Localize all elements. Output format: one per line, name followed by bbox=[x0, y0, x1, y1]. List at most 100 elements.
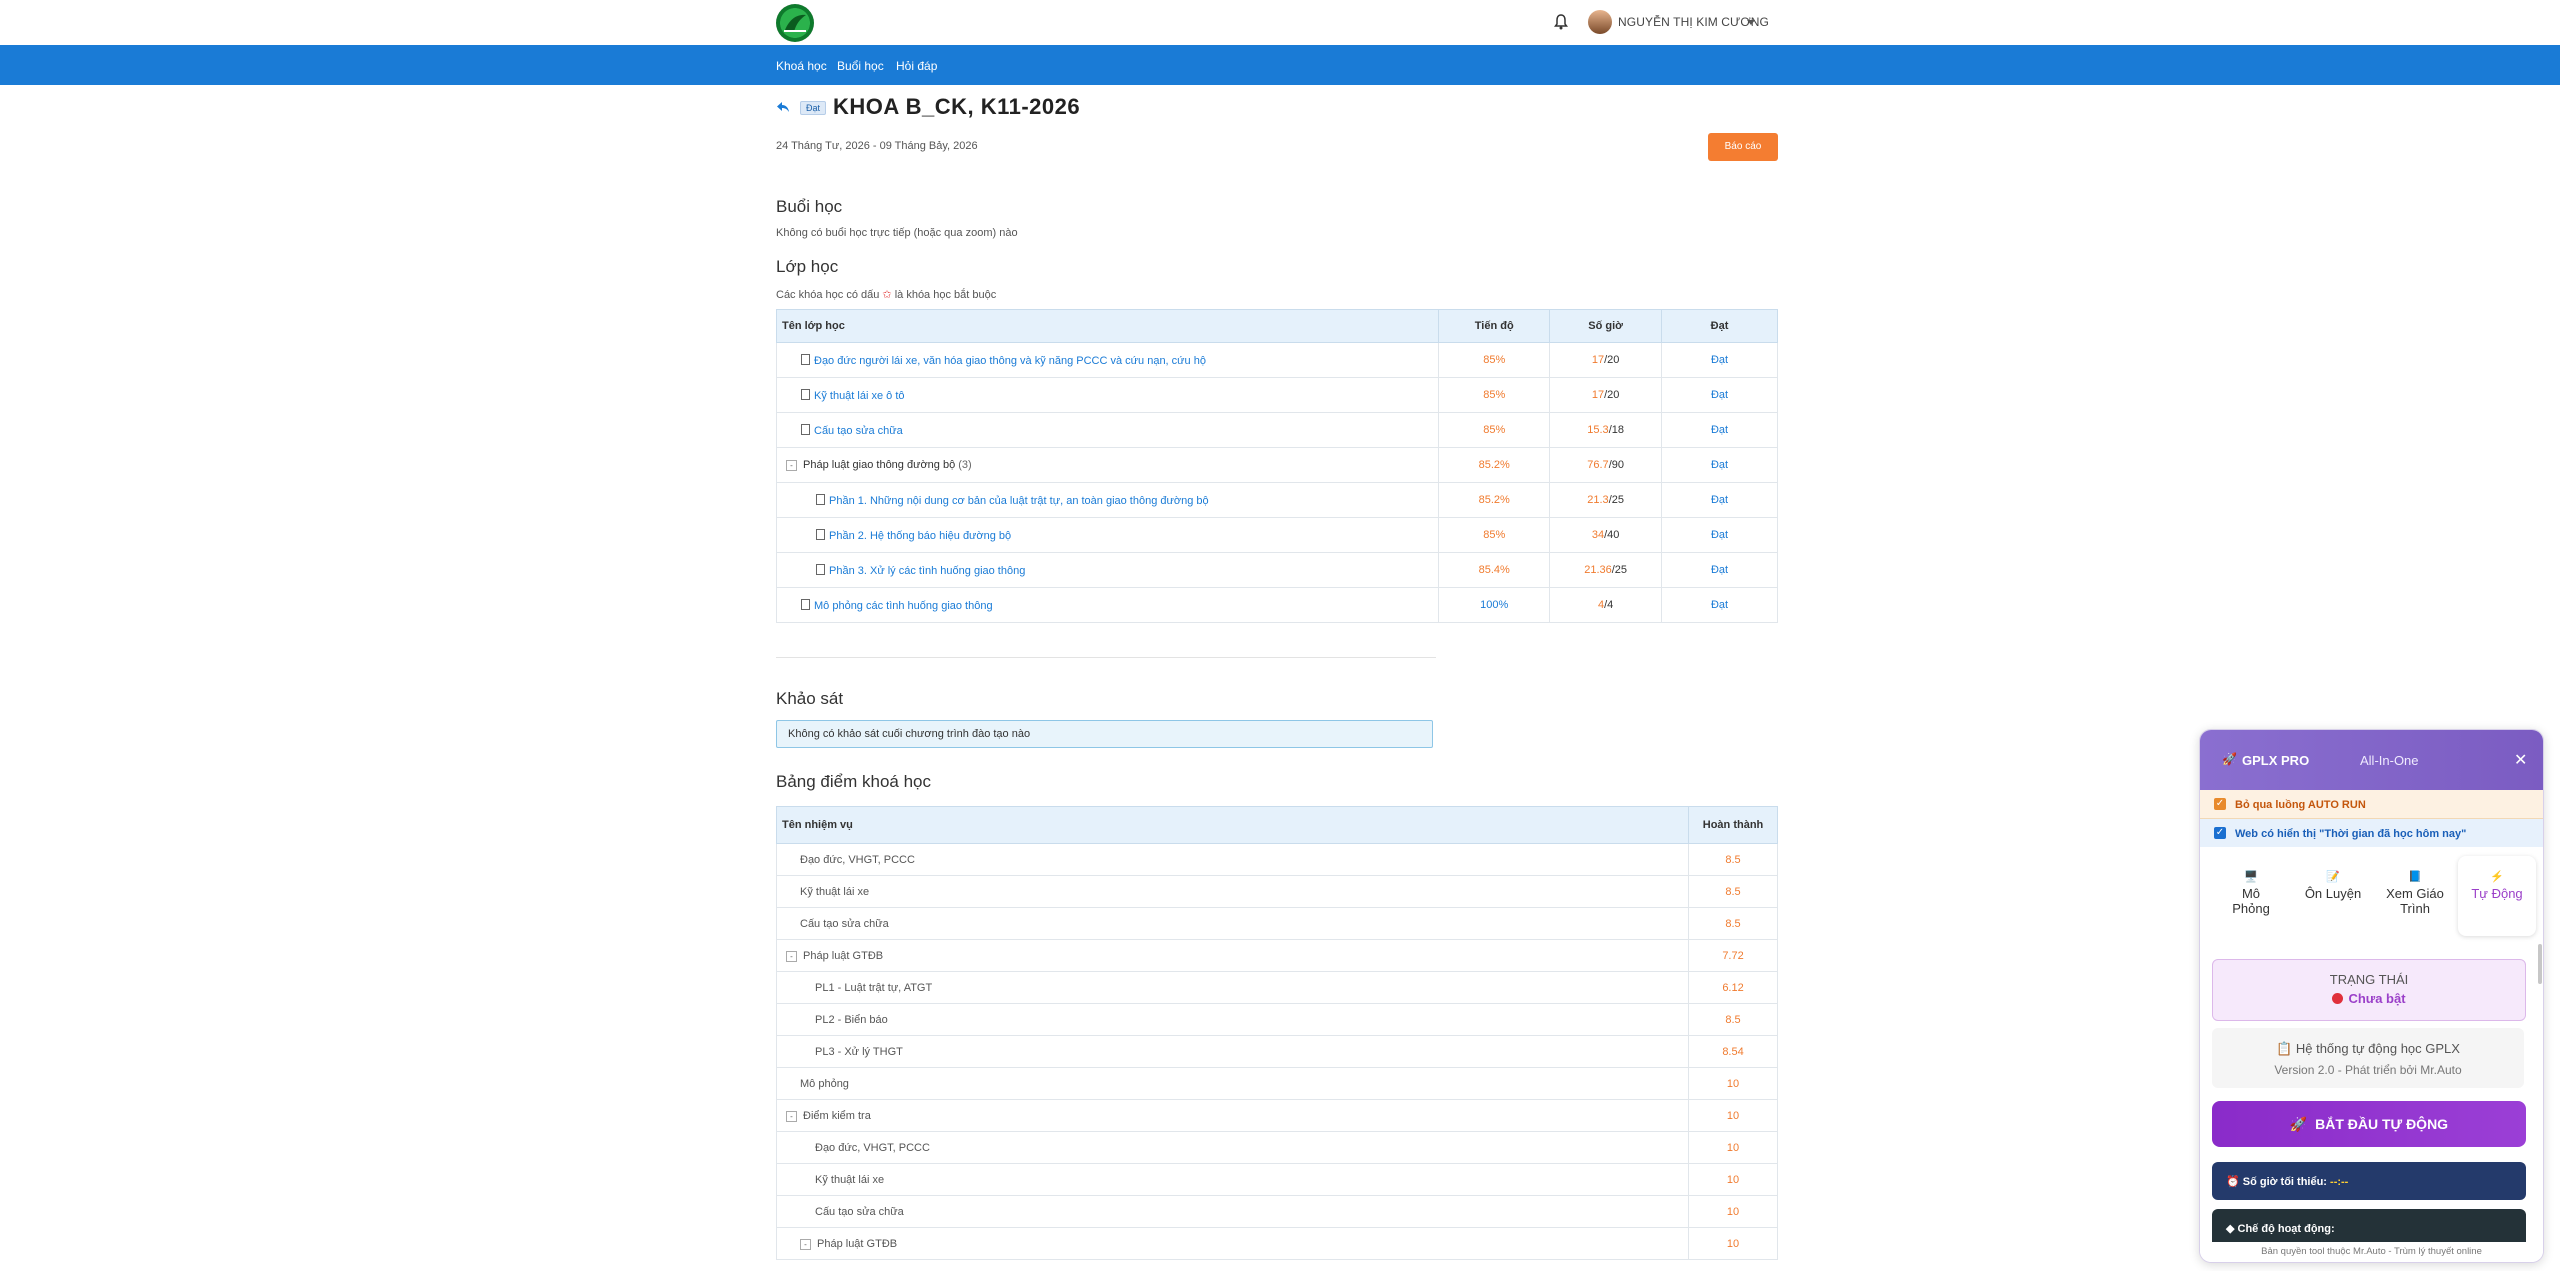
task-name: PL2 - Biển báo bbox=[775, 1003, 1690, 1036]
class-link[interactable]: Cấu tạo sửa chữa bbox=[814, 425, 903, 437]
book-icon: 📘 bbox=[2408, 871, 2422, 883]
class-link[interactable]: Phần 1. Những nội dung cơ bản của luật t… bbox=[829, 495, 1209, 507]
document-icon bbox=[816, 528, 825, 540]
memo-icon: 📝 bbox=[2326, 871, 2340, 883]
avatar[interactable] bbox=[1588, 10, 1612, 34]
clipboard-icon: 📋 bbox=[2276, 1041, 2296, 1056]
hours-total: /4 bbox=[1604, 599, 1614, 611]
tab-curriculum[interactable]: 📘 Xem Giáo Trình bbox=[2376, 856, 2454, 936]
hours-done: 76.7 bbox=[1587, 459, 1609, 471]
report-button[interactable]: Báo cáo bbox=[1708, 133, 1778, 161]
result-cell[interactable]: Đạt bbox=[1661, 377, 1778, 413]
tab-label: Xem Giáo bbox=[2386, 886, 2444, 901]
result-cell[interactable]: Đạt bbox=[1661, 587, 1778, 623]
table-row: PL1 - Luật trật tự, ATGT 6.12 bbox=[775, 971, 1778, 1004]
class-link[interactable]: Phần 3. Xử lý các tình huống giao thông bbox=[829, 565, 1025, 577]
info-card: 📋 Hệ thống tự động học GPLX Version 2.0 … bbox=[2212, 1028, 2524, 1088]
start-auto-button[interactable]: 🚀 BẮT ĐẦU TỰ ĐỘNG bbox=[2212, 1101, 2526, 1147]
tab-practice[interactable]: 📝 Ôn Luyện bbox=[2294, 856, 2372, 936]
column-header: Số giờ bbox=[1549, 309, 1663, 343]
min-hours-value: --:-- bbox=[2330, 1176, 2349, 1188]
result-cell[interactable]: Đạt bbox=[1661, 552, 1778, 588]
classes-heading: Lớp học bbox=[776, 257, 839, 276]
collapse-icon[interactable]: - bbox=[800, 1238, 811, 1250]
option-skip-auto-run[interactable]: ✓ Bỏ qua luồng AUTO RUN bbox=[2200, 790, 2543, 819]
class-link[interactable]: Đạo đức người lái xe, văn hóa giao thông… bbox=[814, 355, 1206, 367]
panel-scrollbar[interactable] bbox=[2538, 944, 2542, 984]
score-cell: 10 bbox=[1688, 1163, 1778, 1196]
nav-item-courses[interactable]: Khoá học bbox=[776, 59, 827, 73]
table-header-row: Tên nhiệm vụ Hoàn thành bbox=[775, 806, 1778, 844]
table-row: - Pháp luật giao thông đường bộ (3) 85.2%… bbox=[775, 447, 1778, 483]
collapse-icon[interactable]: - bbox=[786, 950, 797, 962]
task-name: Mô phỏng bbox=[775, 1067, 1690, 1100]
min-hours-bar[interactable]: ⏰ Số giờ tối thiểu: --:-- bbox=[2212, 1162, 2526, 1200]
document-icon bbox=[816, 493, 825, 505]
status-value: Chưa bật bbox=[2213, 991, 2525, 1006]
score-cell: 10 bbox=[1688, 1067, 1778, 1100]
document-icon bbox=[801, 388, 810, 400]
document-icon bbox=[801, 353, 810, 365]
logo-icon[interactable] bbox=[776, 4, 814, 42]
hours-total: /20 bbox=[1604, 354, 1620, 366]
class-link[interactable]: Kỹ thuật lái xe ô tô bbox=[814, 390, 905, 402]
task-name: Pháp luật GTĐB bbox=[817, 1237, 898, 1250]
hours-done: 17 bbox=[1591, 389, 1605, 401]
class-link[interactable]: Phần 2. Hệ thống báo hiệu đường bộ bbox=[829, 530, 1011, 542]
table-row: Đạo đức, VHGT, PCCC 8.5 bbox=[775, 843, 1778, 876]
task-group: - Pháp luật GTĐB bbox=[775, 1227, 1690, 1260]
score-cell: 8.54 bbox=[1688, 1035, 1778, 1068]
panel-title: GPLX PRO bbox=[2242, 753, 2310, 768]
table-row: Kỹ thuật lái xe ô tô 85% 17/20 Đạt bbox=[775, 377, 1778, 413]
panel-footer: Bản quyền tool thuộc Mr.Auto - Trùm lý t… bbox=[2200, 1242, 2543, 1262]
column-header: Tên lớp học bbox=[775, 309, 1440, 343]
result-cell[interactable]: Đạt bbox=[1661, 517, 1778, 553]
red-dot-icon bbox=[2332, 993, 2344, 1004]
collapse-icon[interactable]: - bbox=[786, 1110, 797, 1122]
bell-icon[interactable] bbox=[1551, 12, 1571, 32]
column-header: Đạt bbox=[1661, 309, 1778, 343]
mode-text: Chế độ hoạt động: bbox=[2237, 1223, 2335, 1235]
task-name: Cấu tạo sửa chữa bbox=[775, 907, 1690, 940]
progress-cell: 85% bbox=[1438, 342, 1551, 378]
progress-cell: 85% bbox=[1438, 412, 1551, 448]
score-cell: 6.12 bbox=[1688, 971, 1778, 1004]
result-cell[interactable]: Đạt bbox=[1661, 342, 1778, 378]
tab-auto[interactable]: ⚡ Tự Động bbox=[2458, 856, 2536, 936]
back-arrow-icon[interactable] bbox=[776, 100, 790, 114]
result-cell[interactable]: Đạt bbox=[1661, 482, 1778, 518]
document-icon bbox=[801, 598, 810, 610]
table-row: - Điểm kiểm tra 10 bbox=[775, 1099, 1778, 1132]
class-group-name: Pháp luật giao thông đường bộ bbox=[803, 459, 956, 471]
column-header: Tên nhiệm vụ bbox=[775, 806, 1690, 844]
option-show-study-time[interactable]: ✓ Web có hiển thị "Thời gian đã học hôm … bbox=[2200, 819, 2543, 847]
nav-item-sessions[interactable]: Buổi học bbox=[837, 59, 884, 73]
class-link[interactable]: Mô phỏng các tình huống giao thông bbox=[814, 600, 993, 612]
caret-down-icon[interactable] bbox=[1747, 20, 1755, 25]
min-hours-label: ⏰ Số giờ tối thiểu: --:-- bbox=[2226, 1175, 2348, 1188]
panel-tabs: 🖥️ Mô Phỏng 📝 Ôn Luyện 📘 Xem Giáo Trình … bbox=[2212, 856, 2536, 936]
score-cell: 7.72 bbox=[1688, 939, 1778, 972]
sessions-note: Không có buổi học trực tiếp (hoặc qua zo… bbox=[776, 227, 1018, 239]
result-cell[interactable]: Đạt bbox=[1661, 412, 1778, 448]
tab-simulation[interactable]: 🖥️ Mô Phỏng bbox=[2212, 856, 2290, 936]
option-label: Bỏ qua luồng AUTO RUN bbox=[2235, 799, 2366, 811]
table-row: Phần 2. Hệ thống báo hiệu đường bộ 85% 3… bbox=[775, 517, 1778, 553]
hours-cell: 15.3/18 bbox=[1549, 412, 1663, 448]
table-row: PL3 - Xử lý THGT 8.54 bbox=[775, 1035, 1778, 1068]
hours-done: 17 bbox=[1591, 354, 1605, 366]
table-row: - Pháp luật GTĐB 7.72 bbox=[775, 939, 1778, 972]
nav-item-qa[interactable]: Hỏi đáp bbox=[896, 59, 937, 73]
collapse-icon[interactable]: - bbox=[786, 460, 797, 471]
close-icon[interactable]: ✕ bbox=[2514, 750, 2527, 770]
status-text: Chưa bật bbox=[2348, 991, 2406, 1006]
table-row: Mô phỏng 10 bbox=[775, 1067, 1778, 1100]
table-row: Mô phỏng các tình huống giao thông 100% … bbox=[775, 587, 1778, 623]
top-bar: NGUYỄN THỊ KIM CƯƠNG bbox=[0, 0, 2560, 45]
checkbox-checked-icon[interactable]: ✓ bbox=[2214, 827, 2226, 839]
survey-heading: Khảo sát bbox=[776, 689, 844, 708]
checkbox-checked-icon[interactable]: ✓ bbox=[2214, 798, 2226, 810]
result-cell[interactable]: Đạt bbox=[1661, 447, 1778, 483]
monitor-icon: 🖥️ bbox=[2244, 871, 2258, 883]
tab-label: Phỏng bbox=[2232, 901, 2270, 916]
